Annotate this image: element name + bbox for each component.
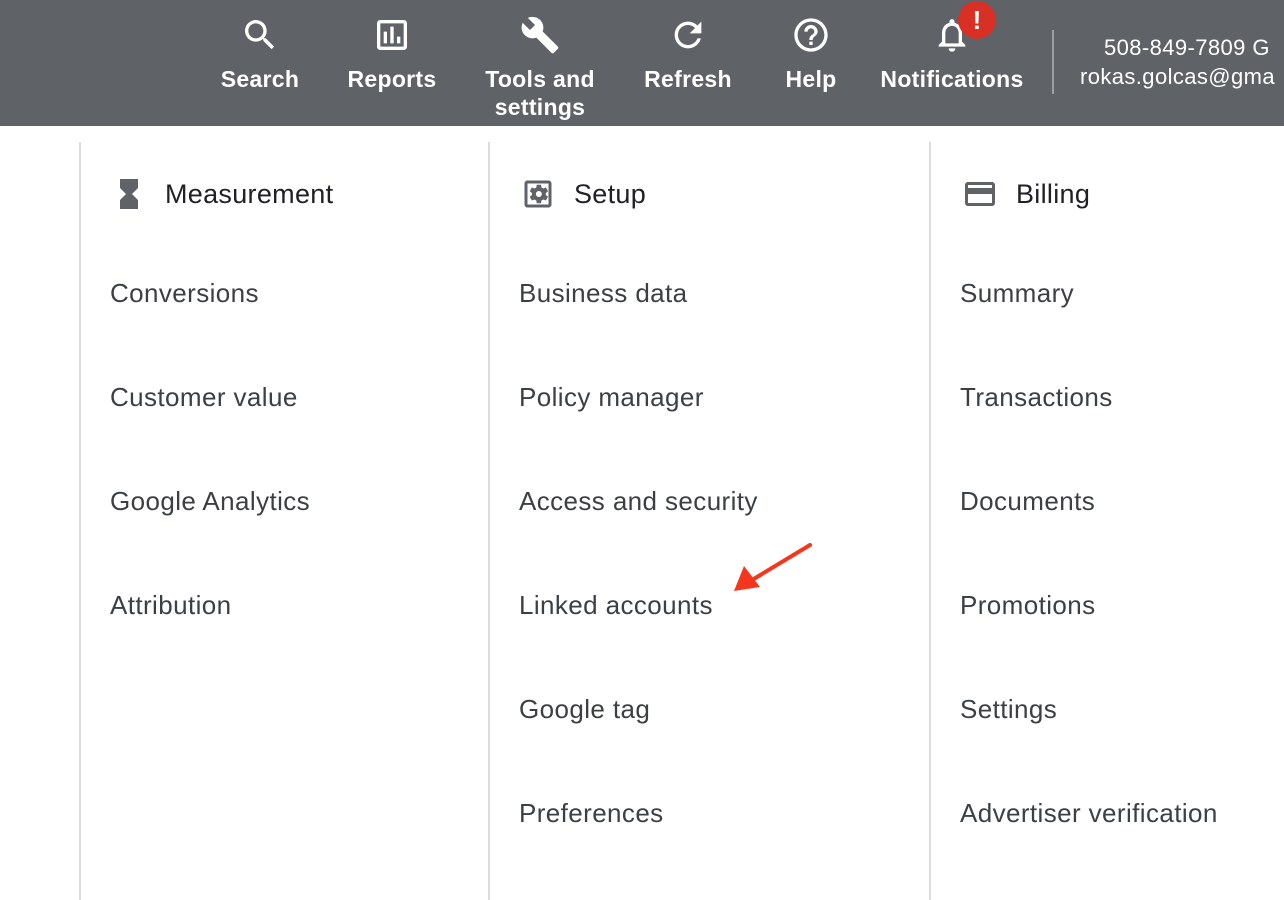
measurement-header: Measurement — [111, 176, 333, 212]
billing-title: Billing — [1016, 178, 1091, 209]
refresh-icon — [666, 13, 710, 57]
notifications-label: Notifications — [880, 66, 1024, 92]
reports-label: Reports — [347, 66, 437, 92]
settings-box-icon — [520, 176, 556, 212]
credit-card-icon — [962, 176, 998, 212]
tools-and-settings-button[interactable]: Tools and settings — [478, 0, 602, 126]
help-circle-icon — [789, 13, 833, 57]
billing-column: Billing Summary Transactions Documents P… — [929, 142, 1284, 900]
annotation-arrow-icon — [734, 543, 812, 591]
bar-chart-icon — [370, 13, 414, 57]
top-navigation-bar: Search Reports Tools and settings Refres… — [0, 0, 1284, 126]
menu-item-transactions[interactable]: Transactions — [960, 382, 1113, 413]
menu-item-conversions[interactable]: Conversions — [110, 278, 259, 309]
help-label: Help — [785, 66, 837, 92]
setup-title: Setup — [574, 178, 647, 209]
wrench-icon — [518, 13, 562, 57]
refresh-label: Refresh — [644, 66, 732, 92]
account-email: rokas.golcas@gma — [1080, 64, 1276, 89]
tools-and-settings-label: Tools and settings — [485, 66, 595, 120]
topbar-divider — [1052, 30, 1054, 94]
hourglass-icon — [111, 176, 147, 212]
menu-item-access-and-security[interactable]: Access and security — [519, 486, 758, 517]
menu-item-attribution[interactable]: Attribution — [110, 590, 231, 621]
setup-header: Setup — [520, 176, 646, 212]
menu-item-google-analytics[interactable]: Google Analytics — [110, 486, 310, 517]
help-button[interactable]: Help — [775, 0, 847, 126]
notifications-button[interactable]: ! Notifications — [874, 0, 1030, 126]
menu-item-advertiser-verification[interactable]: Advertiser verification — [960, 798, 1218, 829]
notification-badge: ! — [958, 1, 996, 39]
search-button[interactable]: Search — [215, 0, 305, 126]
menu-item-business-data[interactable]: Business data — [519, 278, 688, 309]
measurement-title: Measurement — [165, 178, 334, 209]
menu-item-billing-settings[interactable]: Settings — [960, 694, 1057, 725]
menu-item-customer-value[interactable]: Customer value — [110, 382, 298, 413]
bell-icon: ! — [930, 1, 996, 57]
refresh-button[interactable]: Refresh — [638, 0, 738, 126]
account-info[interactable]: 508-849-7809 G rokas.golcas@gma — [1080, 33, 1275, 91]
search-label: Search — [220, 66, 300, 92]
menu-item-documents[interactable]: Documents — [960, 486, 1095, 517]
menu-item-preferences[interactable]: Preferences — [519, 798, 664, 829]
measurement-column: Measurement Conversions Customer value G… — [79, 142, 489, 900]
setup-column: Setup Business data Policy manager Acces… — [488, 142, 930, 900]
menu-item-policy-manager[interactable]: Policy manager — [519, 382, 704, 413]
menu-item-linked-accounts[interactable]: Linked accounts — [519, 590, 713, 621]
menu-item-summary[interactable]: Summary — [960, 278, 1074, 309]
billing-header: Billing — [962, 176, 1090, 212]
search-icon — [238, 13, 282, 57]
menu-item-google-tag[interactable]: Google tag — [519, 694, 650, 725]
menu-item-promotions[interactable]: Promotions — [960, 590, 1096, 621]
account-customer-id: 508-849-7809 G — [1104, 35, 1270, 60]
reports-button[interactable]: Reports — [342, 0, 442, 126]
